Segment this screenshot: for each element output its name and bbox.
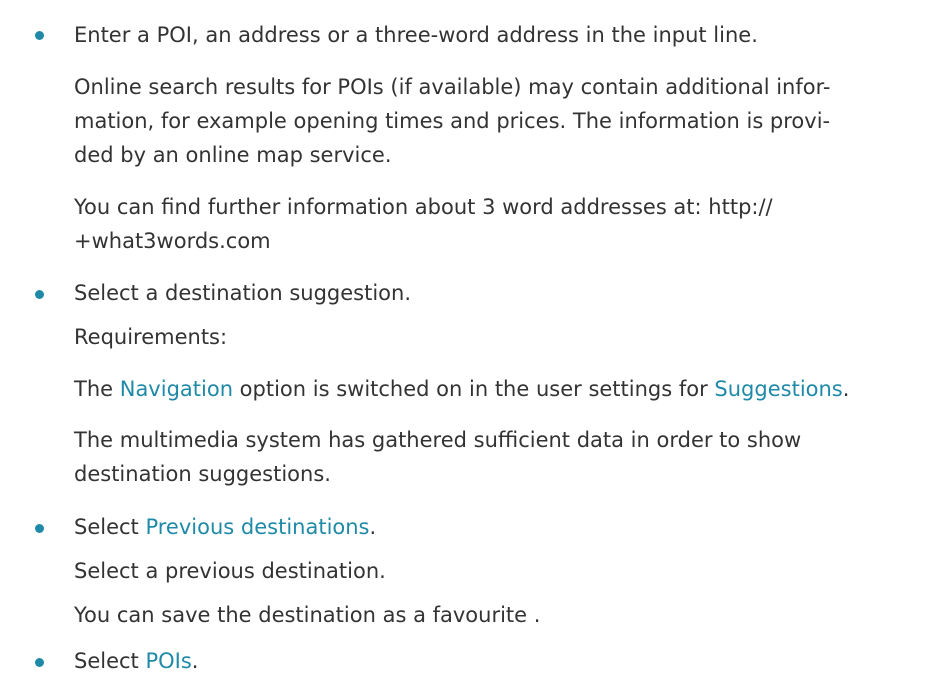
bullet-icon (35, 524, 44, 533)
text: Select (74, 649, 146, 673)
paragraph: Online search results for POIs (if avail… (74, 75, 831, 99)
bullet-icon (35, 290, 44, 299)
paragraph: Enter a POI, an address or a three-word … (74, 23, 758, 47)
previous-destinations-link[interactable]: Previous destinations (145, 515, 369, 539)
paragraph: The multimedia system has gathered suffi… (74, 428, 802, 452)
paragraph: Select Previous destinations. (74, 510, 929, 544)
requirement-navigation: The Navigation option is switched on in … (74, 372, 929, 406)
text: Select (74, 515, 146, 539)
paragraph: You can save the destination as a favour… (74, 603, 541, 627)
paragraph: mation, for example opening times and pr… (74, 109, 831, 133)
text: option is switched on in the user settin… (233, 377, 715, 401)
bullet-icon (35, 658, 44, 667)
text: . (191, 649, 199, 673)
navigation-link[interactable]: Navigation (120, 377, 233, 401)
paragraph: destination suggestions. (74, 462, 331, 486)
suggestions-link[interactable]: Suggestions (714, 377, 842, 401)
text: . (842, 377, 850, 401)
pois-link[interactable]: POIs (145, 649, 191, 673)
paragraph: +what3words.com (74, 229, 271, 253)
paragraph: Select a previous destination. (74, 559, 386, 583)
text: . (369, 515, 377, 539)
paragraph: Select POIs. (74, 644, 929, 678)
paragraph: You can find further information about 3… (74, 195, 773, 219)
text: The (74, 377, 120, 401)
bullet-icon (35, 31, 44, 40)
requirements-label: Requirements: (74, 325, 228, 349)
document-page: Enter a POI, an address or a three-word … (0, 0, 938, 699)
paragraph: ded by an online map service. (74, 143, 392, 167)
paragraph: Select a destination suggestion. (74, 281, 412, 305)
